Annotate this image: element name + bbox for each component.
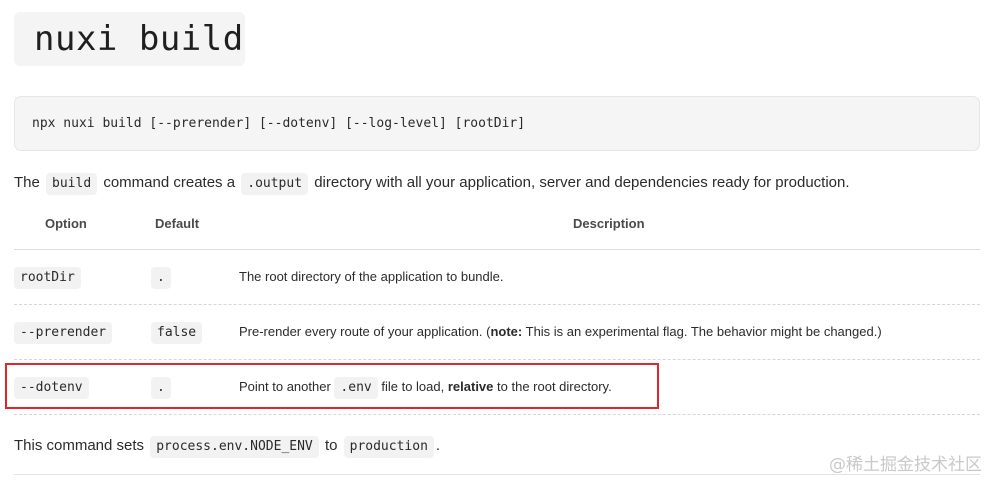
description-part: Pre-render every route of your applicati… (239, 324, 491, 339)
table-row: --dotenv . Point to another .env file to… (14, 360, 980, 415)
doc-page: nuxi build npx nuxi build [--prerender] … (0, 0, 998, 488)
description-text: Pre-render every route of your applicati… (239, 321, 882, 343)
description-bold: relative (447, 379, 494, 394)
description-part: file to load, (381, 379, 445, 394)
header-option: Option (45, 216, 87, 231)
intro-code-output: .output (241, 173, 309, 195)
footer-text-3: . (435, 437, 441, 454)
description-part: Point to another (239, 379, 331, 394)
intro-text-3: directory with all your application, ser… (314, 174, 850, 191)
page-title: nuxi build (34, 19, 244, 59)
options-table: Option Default Description rootDir . The… (14, 203, 980, 415)
header-default: Default (155, 216, 200, 231)
description-part: to the root directory. (497, 379, 612, 394)
intro-text-2: command creates a (103, 174, 236, 191)
default-code: . (151, 377, 171, 399)
intro-paragraph: The build command creates a .output dire… (14, 171, 850, 195)
default-code: false (151, 322, 203, 344)
description-code: .env (334, 377, 378, 399)
footer-text-1: This command sets (14, 437, 145, 454)
description-text: The root directory of the application to… (239, 269, 504, 284)
description-part: This is an experimental flag. The behavi… (522, 324, 882, 339)
header-description: Description (573, 216, 645, 231)
table-row: rootDir . The root directory of the appl… (14, 250, 980, 305)
command-text: npx nuxi build [--prerender] [--dotenv] … (32, 116, 526, 131)
table-row: --prerender false Pre-render every route… (14, 305, 980, 360)
command-code-block: npx nuxi build [--prerender] [--dotenv] … (14, 96, 980, 151)
option-code: rootDir (14, 267, 81, 289)
intro-text-1: The (14, 174, 40, 191)
option-code: --dotenv (14, 377, 89, 399)
description-bold: note: (490, 324, 523, 339)
footer-text-2: to (324, 437, 338, 454)
option-code: --prerender (14, 322, 113, 344)
footer-code-production: production (343, 436, 434, 458)
intro-code-build: build (46, 173, 98, 195)
description-text: Point to another .env file to load, rela… (239, 376, 612, 399)
watermark: @稀土掘金技术社区 (829, 455, 982, 475)
footer-paragraph: This command sets process.env.NODE_ENV t… (14, 434, 440, 458)
table-header: Option Default Description (14, 203, 980, 250)
title-box: nuxi build (14, 12, 245, 66)
default-code: . (151, 267, 171, 289)
footer-code-env: process.env.NODE_ENV (150, 436, 319, 458)
